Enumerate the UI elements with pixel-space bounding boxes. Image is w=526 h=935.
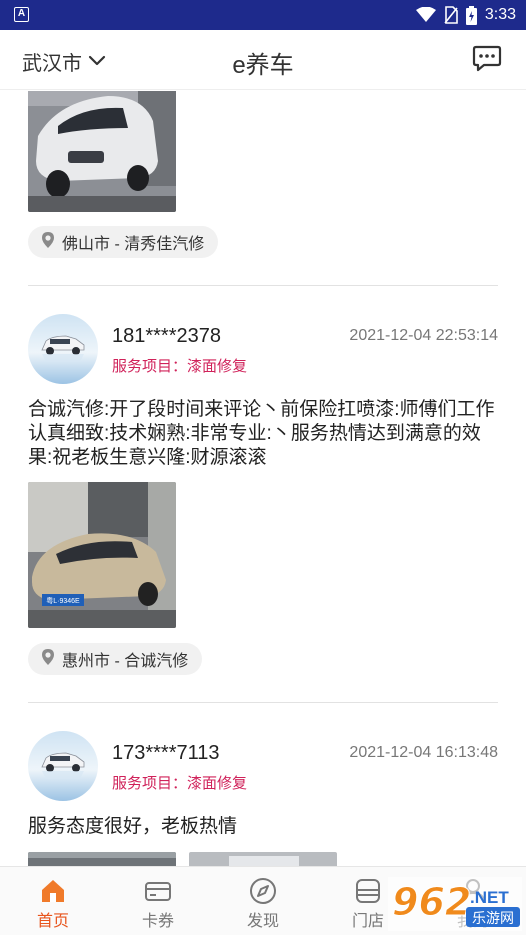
city-name: 武汉市 — [22, 53, 82, 75]
avatar — [28, 731, 98, 801]
battery-icon — [465, 5, 477, 25]
location-chip[interactable]: 惠州市 - 合诚汽修 — [28, 643, 203, 675]
review-photo[interactable] — [189, 852, 337, 866]
service-value: 漆面修复 — [187, 358, 248, 375]
watermark-subtitle: 乐游网 — [472, 911, 514, 927]
service-item: 服务项目：漆面修复 — [112, 772, 247, 793]
service-item: 服务项目：漆面修复 — [112, 355, 247, 376]
chevron-down-icon — [88, 50, 106, 73]
avatar — [28, 314, 98, 384]
tab-home[interactable]: 首页 — [13, 867, 93, 935]
user-phone: 181****2378 — [112, 325, 221, 347]
status-time: 3:33 — [484, 6, 516, 23]
review-photo-gold-car[interactable]: 粤L·9346E — [28, 482, 176, 628]
watermark-logo: 962 .NET 乐游网 — [388, 877, 522, 931]
app-notification-icon: A — [14, 7, 29, 22]
tab-label: 卡券 — [141, 913, 174, 930]
chat-bubble-icon — [472, 45, 502, 77]
review-time: 2021-12-04 16:13:48 — [349, 744, 498, 761]
service-label: 服务项目： — [112, 775, 188, 792]
user-phone: 173****7113 — [112, 742, 220, 764]
no-sim-icon — [444, 6, 458, 24]
review-text: 合诚汽修:开了段时间来评论丶前保险扛喷漆:师傅们工作认真细致:技术娴熟:非常专业… — [28, 399, 495, 468]
review-time: 2021-12-04 22:53:14 — [349, 327, 498, 344]
status-bar: A 3:33 — [0, 0, 526, 30]
watermark-number: 962 — [392, 880, 471, 924]
license-plate: 粤L·9346E — [46, 596, 80, 605]
location-chip[interactable]: 佛山市 - 清秀佳汽修 — [28, 226, 219, 258]
service-value: 漆面修复 — [187, 775, 248, 792]
location-text: 惠州市 - 合诚汽修 — [62, 653, 189, 670]
top-app-bar: 武汉市 e养车 — [0, 30, 526, 90]
divider — [28, 702, 498, 703]
watermark-net: .NET — [470, 888, 509, 907]
location-text: 佛山市 - 清秀佳汽修 — [62, 236, 205, 253]
review-photo[interactable] — [28, 852, 176, 866]
review-feed[interactable]: 佛山市 - 清秀佳汽修 181****2378 2021-12-04 22:53… — [0, 91, 526, 866]
wifi-icon — [415, 7, 436, 23]
city-selector[interactable]: 武汉市 — [22, 47, 106, 76]
message-button[interactable] — [472, 45, 502, 73]
service-label: 服务项目： — [112, 358, 188, 375]
location-pin-icon — [40, 648, 56, 671]
review-text: 服务态度很好，老板热情 — [28, 816, 238, 837]
tab-discover[interactable]: 发现 — [223, 867, 303, 935]
tab-label: 首页 — [36, 913, 69, 930]
divider — [28, 285, 498, 286]
tab-coupons[interactable]: 卡券 — [118, 867, 198, 935]
tab-label: 发现 — [246, 913, 279, 930]
review-photo-white-car[interactable] — [28, 91, 176, 212]
location-pin-icon — [40, 231, 56, 254]
